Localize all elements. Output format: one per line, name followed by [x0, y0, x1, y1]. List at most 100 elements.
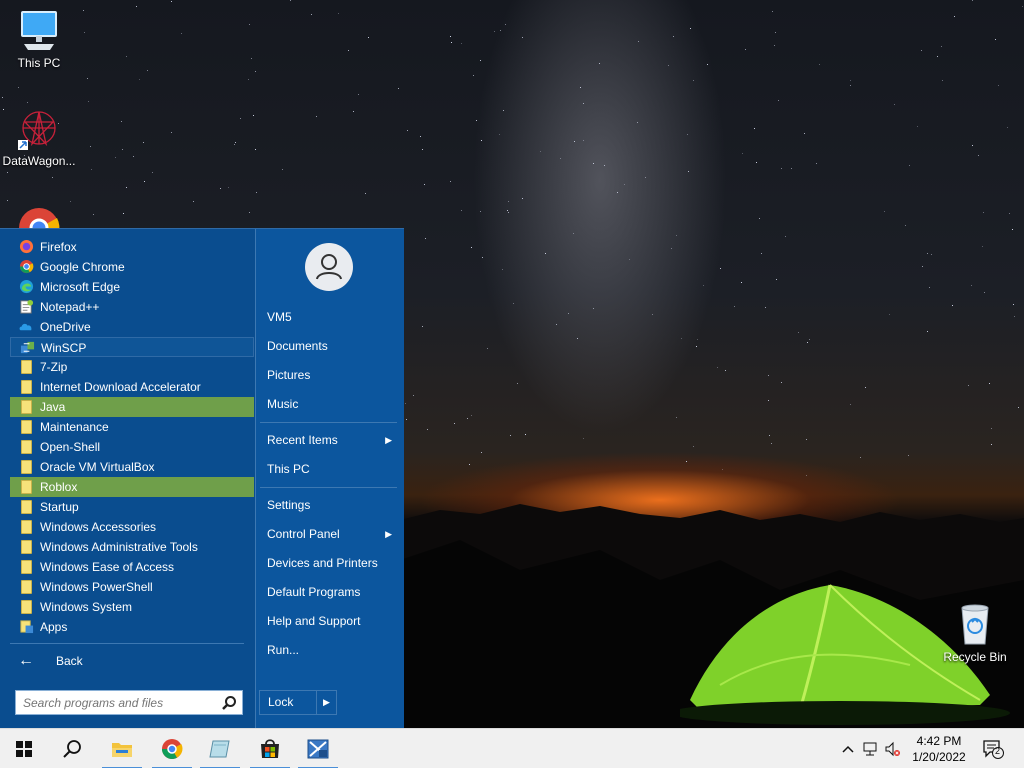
star [929, 287, 930, 288]
program-item-windows-powershell[interactable]: Windows PowerShell [10, 577, 254, 597]
taskbar-chrome[interactable] [148, 729, 196, 768]
star [995, 39, 996, 40]
star [771, 443, 772, 444]
program-item-onedrive[interactable]: OneDrive [10, 317, 254, 337]
taskbar-microsoft-store[interactable] [246, 729, 294, 768]
start-menu-right-column: VM5 Documents Pictures Music Recent Item… [255, 229, 404, 729]
star [84, 32, 85, 33]
program-item-oracle-vm-virtualbox[interactable]: Oracle VM VirtualBox [10, 457, 254, 477]
microsoft-store-icon [261, 739, 279, 758]
star [338, 13, 339, 14]
program-item-open-shell[interactable]: Open-Shell [10, 437, 254, 457]
star [765, 307, 766, 308]
search-taskbar-button[interactable] [48, 729, 96, 768]
program-item-winscp[interactable]: WinSCP [10, 337, 254, 357]
search-box[interactable] [15, 690, 243, 715]
menu-item-settings[interactable]: Settings [256, 492, 404, 518]
star [908, 455, 909, 456]
search-icon[interactable] [221, 695, 237, 711]
volume-muted-icon[interactable] [884, 741, 900, 757]
star [573, 233, 574, 234]
program-item-maintenance[interactable]: Maintenance [10, 417, 254, 437]
star [998, 85, 999, 86]
menu-item-this-pc[interactable]: This PC [256, 456, 404, 482]
taskbar-xp-app[interactable] [294, 729, 342, 768]
program-label: Maintenance [40, 420, 109, 434]
program-item-roblox[interactable]: Roblox [10, 477, 254, 497]
star [638, 41, 639, 42]
program-item-startup[interactable]: Startup [10, 497, 254, 517]
star [720, 268, 721, 269]
desktop-icon-datawagon[interactable]: DataWagon... [0, 106, 78, 168]
desktop-icon-chrome[interactable] [0, 205, 78, 229]
taskbar-file-explorer[interactable] [98, 729, 146, 768]
taskbar-clock[interactable]: 4:42 PM 1/20/2022 [905, 733, 973, 765]
menu-item-default-programs[interactable]: Default Programs [256, 579, 404, 605]
menu-item-pictures[interactable]: Pictures [256, 362, 404, 388]
menu-item-run[interactable]: Run... [256, 637, 404, 663]
program-item-windows-accessories[interactable]: Windows Accessories [10, 517, 254, 537]
menu-item-documents[interactable]: Documents [256, 333, 404, 359]
program-item-windows-system[interactable]: Windows System [10, 597, 254, 617]
chrome-icon [19, 259, 34, 274]
menu-item-music[interactable]: Music [256, 391, 404, 417]
program-label: Startup [40, 500, 79, 514]
menu-item-user[interactable]: VM5 [256, 304, 404, 330]
star [722, 469, 723, 470]
program-item-windows-ease-of-access[interactable]: Windows Ease of Access [10, 557, 254, 577]
program-item-google-chrome[interactable]: Google Chrome [10, 257, 254, 277]
program-item-internet-download-accelerator[interactable]: Internet Download Accelerator [10, 377, 254, 397]
star [27, 102, 28, 103]
menu-item-help-support[interactable]: Help and Support [256, 608, 404, 634]
program-item-7zip[interactable]: 7-Zip [10, 357, 254, 377]
star [87, 78, 88, 79]
star [909, 165, 910, 166]
user-avatar[interactable] [305, 243, 353, 291]
star [671, 248, 672, 249]
star [422, 326, 423, 327]
star [1007, 127, 1008, 128]
star [599, 63, 600, 64]
program-label: Oracle VM VirtualBox [40, 460, 155, 474]
chevron-up-icon[interactable] [840, 741, 856, 757]
program-item-microsoft-edge[interactable]: Microsoft Edge [10, 277, 254, 297]
desktop-icon-recycle-bin[interactable]: Recycle Bin [936, 602, 1014, 664]
star [115, 157, 116, 158]
network-icon[interactable] [862, 741, 878, 757]
search-icon [63, 740, 81, 758]
chevron-right-icon[interactable]: ▶ [323, 691, 330, 714]
lock-button[interactable]: Lock ▶ [259, 690, 337, 715]
program-item-firefox[interactable]: Firefox [10, 237, 254, 257]
program-label: Windows Accessories [40, 520, 157, 534]
star [693, 446, 694, 447]
star [52, 177, 53, 178]
back-button[interactable]: ← Back [10, 651, 244, 673]
desktop-icon-label: This PC [17, 56, 61, 70]
program-item-apps[interactable]: Apps [10, 617, 254, 637]
menu-item-devices-printers[interactable]: Devices and Printers [256, 550, 404, 576]
chrome-icon [162, 739, 183, 759]
star [143, 142, 144, 143]
menu-item-label: Run... [267, 643, 300, 657]
chrome-icon [19, 208, 60, 229]
search-input[interactable] [16, 691, 206, 714]
star [884, 211, 885, 212]
taskbar-app-window[interactable] [196, 729, 244, 768]
menu-item-label: This PC [267, 462, 310, 476]
star [251, 58, 252, 59]
star [971, 285, 972, 286]
star [809, 339, 810, 340]
star [850, 404, 851, 405]
start-button[interactable] [0, 729, 48, 768]
desktop-icon-this-pc[interactable]: This PC [0, 8, 78, 70]
program-item-java[interactable]: Java [10, 397, 254, 417]
star [806, 475, 807, 476]
notification-center-button[interactable]: 2 [982, 739, 1004, 759]
menu-item-label: VM5 [267, 310, 292, 324]
star [978, 155, 979, 156]
program-item-windows-administrative-tools[interactable]: Windows Administrative Tools [10, 537, 254, 557]
menu-item-recent-items[interactable]: Recent Items ▶ [256, 427, 404, 453]
star [556, 324, 557, 325]
program-item-notepadpp[interactable]: Notepad++ [10, 297, 254, 317]
menu-item-control-panel[interactable]: Control Panel ▶ [256, 521, 404, 547]
